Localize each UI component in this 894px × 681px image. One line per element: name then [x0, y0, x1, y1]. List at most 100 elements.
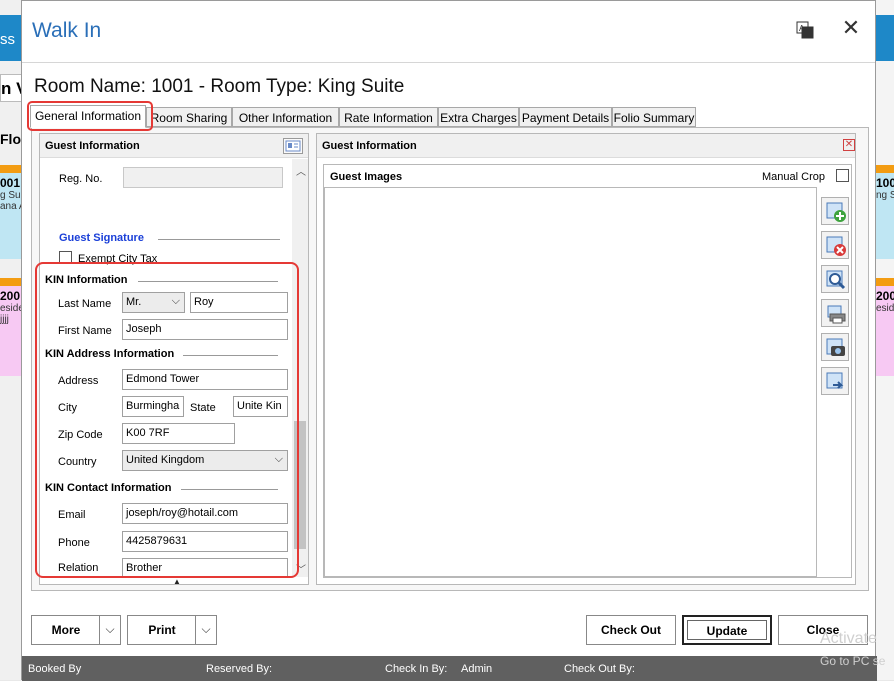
chevron-down-icon: ⌵	[274, 453, 283, 465]
close-panel-icon[interactable]: ✕	[843, 139, 855, 151]
guest-image-canvas[interactable]	[324, 187, 817, 577]
kin-address-header: KIN Address Information	[45, 348, 175, 360]
chevron-down-icon: ⌵	[201, 622, 211, 636]
zoom-image-icon[interactable]	[821, 265, 849, 293]
reg-no-label: Reg. No.	[59, 173, 103, 185]
address-input[interactable]: Edmond Tower	[122, 369, 288, 390]
print-image-icon[interactable]	[821, 299, 849, 327]
print-dropdown-button[interactable]: ⌵	[195, 615, 217, 645]
camera-icon[interactable]	[821, 333, 849, 361]
exempt-city-tax-checkbox[interactable]	[59, 251, 72, 264]
tab-payment-details[interactable]: Payment Details	[519, 107, 612, 127]
state-input[interactable]: Unite Kin	[233, 396, 288, 417]
relation-label: Relation	[58, 562, 99, 574]
guest-information-panel: Guest Information Reg. No. Guest Signatu…	[39, 133, 309, 586]
scrollbar-thumb[interactable]	[294, 421, 306, 549]
background-view-button: n V	[0, 74, 22, 102]
dialog-titlebar: Walk In A ✕	[22, 1, 875, 63]
background-app-header-right	[876, 15, 894, 61]
reserved-by-label: Reserved By:	[206, 663, 273, 675]
tab-room-sharing[interactable]: Room Sharing	[146, 107, 232, 127]
chevron-down-icon: ⌵	[105, 622, 115, 636]
status-bar: Booked By Reserved By: Check In By: Admi…	[22, 656, 877, 681]
chevron-down-icon: ⌵	[171, 295, 180, 307]
first-name-input[interactable]: Joseph	[122, 319, 288, 340]
country-select[interactable]: United Kingdom ⌵	[122, 450, 288, 471]
panel-header: Guest Information	[40, 134, 308, 158]
guest-images-title: Guest Images	[330, 171, 403, 183]
windows-activation-watermark: Activate	[820, 630, 877, 647]
id-card-icon[interactable]	[283, 138, 303, 154]
manual-crop-checkbox[interactable]	[836, 169, 849, 182]
background-room-card: 100 ng S	[876, 165, 894, 259]
tab-folio-summary[interactable]: Folio Summary	[612, 107, 696, 127]
state-label: State	[190, 402, 216, 414]
expand-arrow-icon[interactable]: ▲	[173, 577, 181, 586]
city-input[interactable]: Burmingha	[122, 396, 184, 417]
tab-rate-information[interactable]: Rate Information	[339, 107, 438, 127]
email-input[interactable]: joseph/roy@hotail.com	[122, 503, 288, 524]
exempt-city-tax-label: Exempt City Tax	[78, 253, 158, 265]
country-label: Country	[58, 456, 97, 468]
kin-contact-header: KIN Contact Information	[45, 482, 172, 494]
scroll-down-icon[interactable]: ﹀	[296, 561, 306, 576]
phone-input[interactable]: 4425879631	[122, 531, 288, 552]
tab-general-information[interactable]: General Information	[30, 105, 146, 128]
export-image-icon[interactable]	[821, 367, 849, 395]
check-in-by-label: Check In By:	[385, 663, 448, 675]
panel-title: Guest Information	[322, 140, 417, 152]
update-button-label: Update	[687, 620, 767, 640]
update-button[interactable]: Update	[682, 615, 772, 645]
background-room-card: 200 eside	[876, 278, 894, 376]
tab-other-information[interactable]: Other Information	[232, 107, 339, 127]
background-room-card: 001 g Su ana A	[0, 165, 22, 259]
more-dropdown-button[interactable]: ⌵	[99, 615, 121, 645]
guest-signature-label: Guest Signature	[59, 232, 144, 244]
salutation-select[interactable]: Mr. ⌵	[122, 292, 185, 313]
email-label: Email	[58, 509, 86, 521]
section-divider	[181, 489, 278, 490]
dialog-title: Walk In	[32, 19, 102, 42]
room-heading: Room Name: 1001 - Room Type: King Suite	[34, 76, 405, 97]
panel-header: Guest Information ✕	[317, 134, 855, 158]
scroll-up-icon[interactable]: ︿	[296, 163, 306, 178]
last-name-input[interactable]: Roy	[190, 292, 288, 313]
walk-in-dialog: Walk In A ✕ Room Name: 1001 - Room Type:…	[21, 0, 877, 681]
panel-scrollbar[interactable]: ︿ ﹀	[292, 159, 308, 577]
relation-input[interactable]: Brother	[122, 558, 288, 577]
guest-images-header: Guest Images Manual Crop	[324, 165, 851, 187]
kin-information-header: KIN Information	[45, 274, 128, 286]
zip-code-label: Zip Code	[58, 429, 103, 441]
check-out-button[interactable]: Check Out	[586, 615, 676, 645]
background-room-card: 200 eside jjjj	[0, 278, 22, 376]
translate-icon[interactable]: A	[796, 21, 816, 39]
tab-extra-charges[interactable]: Extra Charges	[438, 107, 519, 127]
booked-by-label: Booked By	[28, 663, 82, 675]
section-divider	[158, 239, 280, 240]
reg-no-input[interactable]	[123, 167, 283, 188]
more-button[interactable]: More	[31, 615, 101, 645]
country-value: United Kingdom	[126, 454, 205, 466]
background-floor-label: Floo	[0, 128, 22, 150]
panel-scroll-content: Reg. No. Guest Signature Exempt City Tax…	[40, 159, 292, 577]
delete-image-icon[interactable]	[821, 231, 849, 259]
print-button[interactable]: Print	[127, 615, 197, 645]
windows-activation-watermark-sub: Go to PC se	[820, 654, 886, 668]
check-in-by-value: Admin	[461, 663, 493, 675]
section-divider	[138, 281, 278, 282]
address-label: Address	[58, 375, 99, 387]
add-image-icon[interactable]	[821, 197, 849, 225]
first-name-label: First Name	[58, 325, 112, 337]
guest-images-box: Guest Images Manual Crop	[323, 164, 852, 578]
guest-images-panel: Guest Information ✕ Guest Images Manual …	[316, 133, 856, 585]
manual-crop-label: Manual Crop	[762, 171, 825, 183]
svg-text:A: A	[799, 24, 805, 33]
phone-label: Phone	[58, 537, 90, 549]
check-out-by-label: Check Out By:	[564, 663, 635, 675]
close-icon[interactable]: ✕	[840, 17, 862, 41]
background-header-text: ss	[0, 31, 15, 48]
tab-content: Guest Information Reg. No. Guest Signatu…	[31, 127, 869, 591]
section-divider	[183, 355, 278, 356]
last-name-label: Last Name	[58, 298, 112, 310]
zip-code-input[interactable]: K00 7RF	[122, 423, 235, 444]
